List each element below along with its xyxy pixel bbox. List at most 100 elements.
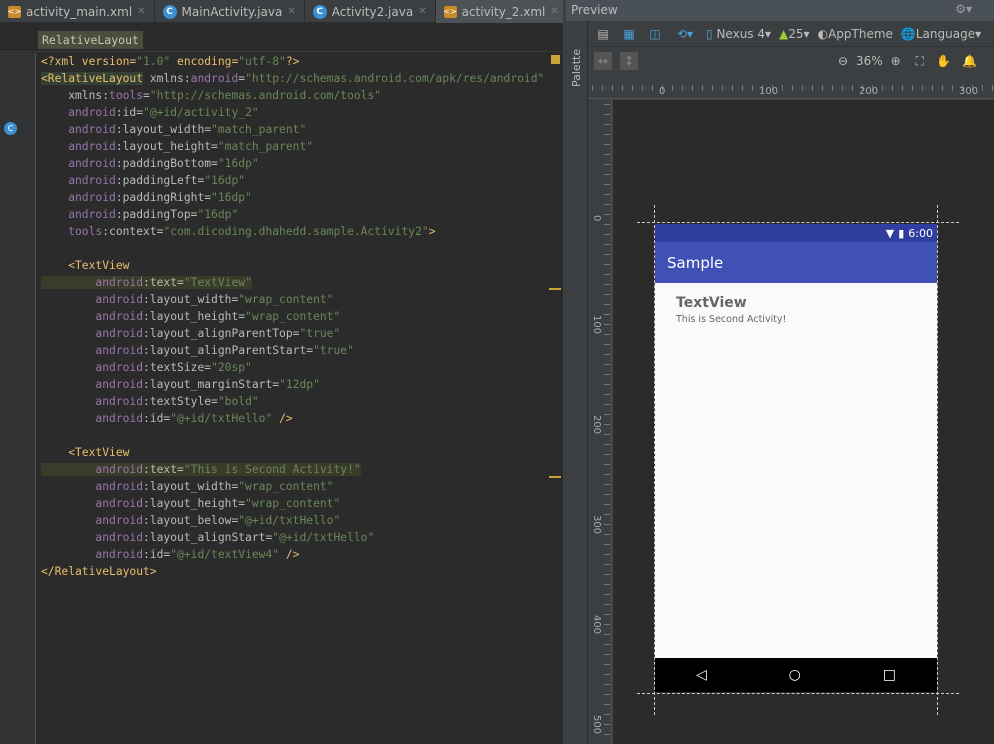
notification-bell-icon[interactable]: 🔔 — [961, 52, 979, 70]
theme-selector[interactable]: ◐AppTheme — [818, 27, 893, 41]
code-line[interactable]: android:layout_alignParentStart="true" — [41, 342, 544, 359]
code-line[interactable]: android:id="@+id/txtHello" /> — [41, 410, 544, 427]
orientation-icon[interactable]: ⟲▾ — [672, 25, 698, 43]
ruler-tick — [604, 644, 610, 645]
code-line[interactable]: android:layout_width="match_parent" — [41, 121, 544, 138]
code-line[interactable]: android:layout_width="wrap_content" — [41, 291, 544, 308]
wifi-icon: ▼ — [886, 227, 894, 240]
ruler-tick — [604, 704, 610, 705]
code-line[interactable]: android:layout_alignStart="@+id/txtHello… — [41, 529, 544, 546]
ruler-tick — [642, 85, 643, 91]
class-gutter-icon[interactable]: C — [4, 122, 17, 135]
ruler-tick — [604, 534, 610, 535]
ruler-tick — [604, 684, 610, 685]
zoom-fit-icon[interactable]: ⛶ — [911, 52, 929, 70]
expand-vertical-icon[interactable]: ↕ — [620, 52, 638, 70]
tab-activity-main-xml[interactable]: <>activity_main.xml✕ — [0, 0, 155, 23]
gear-icon[interactable]: ⚙▾ — [955, 2, 972, 16]
code-token: "20sp" — [211, 361, 252, 374]
expand-horizontal-icon[interactable]: ↔ — [594, 52, 612, 70]
code-line[interactable]: android:layout_alignParentTop="true" — [41, 325, 544, 342]
editor-gutter: C — [0, 53, 36, 744]
code-token: android — [41, 208, 116, 221]
ruler-tick — [604, 524, 610, 525]
tab-activity-2-xml[interactable]: <>activity_2.xml✕ — [436, 0, 568, 23]
close-icon[interactable]: ✕ — [550, 6, 558, 17]
warning-marker[interactable] — [549, 288, 561, 290]
ruler-tick — [604, 504, 610, 505]
code-line[interactable]: android:layout_below="@+id/txtHello" — [41, 512, 544, 529]
ruler-tick — [604, 164, 610, 165]
design-view-icon[interactable]: ▤ — [594, 25, 612, 43]
code-line[interactable]: android:layout_width="wrap_content" — [41, 478, 544, 495]
close-icon[interactable]: ✕ — [287, 6, 295, 17]
breadcrumb[interactable]: RelativeLayout — [38, 31, 143, 49]
code-line[interactable]: android:layout_height="wrap_content" — [41, 308, 544, 325]
code-line[interactable]: android:paddingRight="16dp" — [41, 189, 544, 206]
tab-activity2-java[interactable]: CActivity2.java✕ — [305, 0, 436, 23]
code-token: :textSize= — [143, 361, 211, 374]
palette-label[interactable]: Palette — [570, 49, 583, 87]
code-line[interactable]: <RelativeLayout xmlns:android="http://sc… — [41, 70, 544, 87]
ruler-tick — [982, 85, 983, 91]
blueprint-view-icon[interactable]: ▦ — [620, 25, 638, 43]
code-line[interactable]: </RelativeLayout> — [41, 563, 544, 580]
api-selector[interactable]: ▲25▾ — [779, 27, 810, 41]
ruler-label: 200 — [591, 415, 602, 434]
back-icon[interactable]: ◁ — [696, 667, 707, 683]
code-line[interactable]: xmlns:tools="http://schemas.android.com/… — [41, 87, 544, 104]
ruler-tick — [612, 85, 613, 91]
code-line[interactable]: android:textSize="20sp" — [41, 359, 544, 376]
code-line[interactable] — [41, 240, 544, 257]
zoom-out-icon[interactable]: ⊖ — [834, 52, 852, 70]
zoom-in-icon[interactable]: ⊕ — [887, 52, 905, 70]
code-token: :paddingTop= — [116, 208, 198, 221]
textview-hello[interactable]: TextView — [676, 295, 747, 311]
code-token: "12dp" — [279, 378, 320, 391]
device-preview[interactable]: ▼▮6:00 Sample TextView This is Second Ac… — [655, 224, 937, 692]
status-bar: ▼▮6:00 — [655, 224, 937, 242]
code-line[interactable]: <TextView — [41, 444, 544, 461]
ruler-tick — [782, 85, 783, 91]
home-icon[interactable]: ○ — [789, 667, 801, 683]
ruler-tick — [842, 85, 843, 91]
code-editor[interactable]: <?xml version="1.0" encoding="utf-8"?><R… — [41, 53, 544, 580]
code-line[interactable]: android:text="This is Second Activity!" — [41, 461, 544, 478]
code-line[interactable]: <TextView — [41, 257, 544, 274]
device-selector[interactable]: ▯ Nexus 4▾ — [706, 27, 771, 41]
zoom-toolbar: ↔ ↕ ⊖ 36% ⊕ ⛶ ✋ 🔔 — [588, 47, 994, 75]
textview-second[interactable]: This is Second Activity! — [676, 314, 786, 325]
code-line[interactable]: android:id="@+id/textView4" /> — [41, 546, 544, 563]
recents-icon[interactable]: □ — [883, 667, 896, 683]
code-line[interactable] — [41, 427, 544, 444]
tab-mainactivity-java[interactable]: CMainActivity.java✕ — [155, 0, 305, 23]
code-token: :layout_height= — [116, 140, 218, 153]
close-icon[interactable]: ✕ — [137, 6, 145, 17]
code-line[interactable]: android:paddingLeft="16dp" — [41, 172, 544, 189]
code-line[interactable]: android:layout_height="match_parent" — [41, 138, 544, 155]
language-selector[interactable]: 🌐Language▾ — [901, 27, 981, 41]
code-line[interactable]: android:layout_height="wrap_content" — [41, 495, 544, 512]
pan-hand-icon[interactable]: ✋ — [935, 52, 953, 70]
ruler-tick — [632, 85, 633, 91]
code-line[interactable]: android:text="TextView" — [41, 274, 544, 291]
code-line[interactable]: android:paddingTop="16dp" — [41, 206, 544, 223]
code-line[interactable]: android:id="@+id/activity_2" — [41, 104, 544, 121]
android-icon: ▲ — [779, 27, 788, 41]
code-line[interactable]: android:textStyle="bold" — [41, 393, 544, 410]
both-view-icon[interactable]: ◫ — [646, 25, 664, 43]
code-token: <RelativeLayout — [41, 72, 143, 85]
file-status-marker[interactable] — [551, 55, 560, 64]
code-line[interactable]: android:paddingBottom="16dp" — [41, 155, 544, 172]
code-line[interactable]: <?xml version="1.0" encoding="utf-8"?> — [41, 53, 544, 70]
close-icon[interactable]: ✕ — [418, 6, 426, 17]
code-line[interactable]: tools:context="com.dicoding.dhahedd.samp… — [41, 223, 544, 240]
code-token: <TextView — [41, 259, 129, 272]
palette-sidebar[interactable]: Palette — [566, 21, 588, 744]
code-token: :id= — [116, 106, 143, 119]
code-line[interactable]: android:layout_marginStart="12dp" — [41, 376, 544, 393]
code-token: :layout_marginStart= — [143, 378, 279, 391]
warning-marker[interactable] — [549, 476, 561, 478]
code-token: <?xml version= — [41, 55, 136, 68]
ruler-tick — [604, 234, 610, 235]
